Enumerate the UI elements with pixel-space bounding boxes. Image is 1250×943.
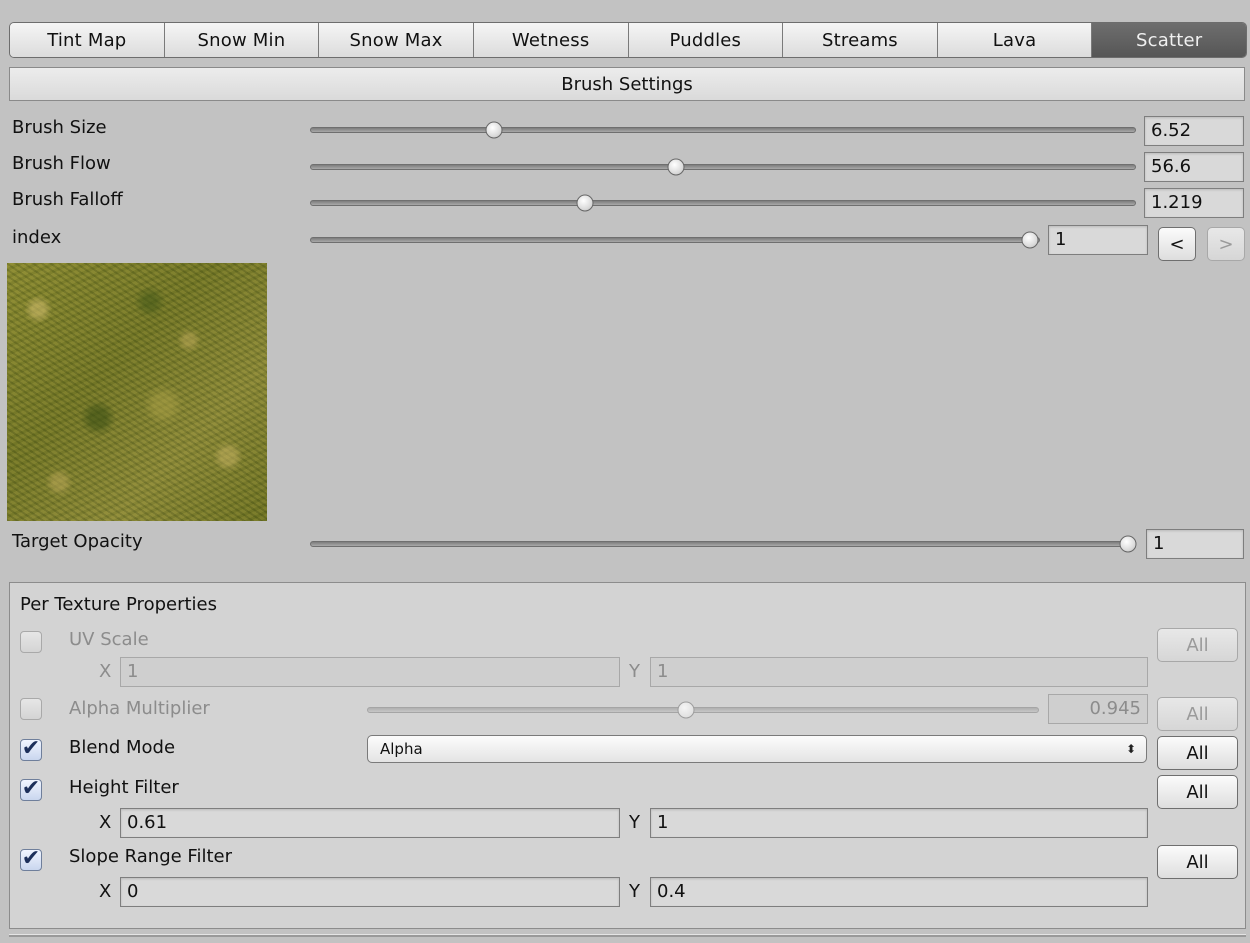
brush-falloff-label: Brush Falloff [12,189,123,210]
brush-size-label: Brush Size [12,117,107,138]
alpha-multiplier-slider-thumb[interactable] [677,701,695,719]
blend-mode-label: Blend Mode [69,737,176,758]
mode-tab-bar: Tint Map Snow Min Snow Max Wetness Puddl… [9,22,1247,58]
blend-mode-all-button[interactable]: All [1157,736,1238,770]
blend-mode-dropdown[interactable]: Alpha ⬍ [367,735,1147,763]
uv-scale-y-label: Y [629,661,640,682]
target-opacity-field[interactable]: 1 [1146,529,1244,559]
brush-falloff-slider-track[interactable] [310,200,1136,206]
brush-size-field[interactable]: 6.52 [1144,116,1244,146]
uv-scale-checkbox[interactable] [20,631,42,653]
alpha-multiplier-slider-track[interactable] [367,707,1039,713]
tab-snow-max[interactable]: Snow Max [319,23,474,57]
previous-index-button[interactable]: < [1158,227,1196,261]
height-filter-x-field[interactable]: 0.61 [120,808,620,838]
brush-falloff-slider-thumb[interactable] [576,194,594,212]
slope-range-filter-all-button[interactable]: All [1157,845,1238,879]
uv-scale-y-field[interactable]: 1 [650,657,1148,687]
tab-streams[interactable]: Streams [783,23,938,57]
brush-size-slider-track[interactable] [310,127,1136,133]
scatter-texture-preview[interactable] [7,263,267,521]
blend-mode-checkbox[interactable]: ✔ [20,736,42,761]
brush-flow-label: Brush Flow [12,153,111,174]
checkmark-icon: ✔ [21,846,41,871]
brush-settings-header: Brush Settings [9,67,1245,101]
target-opacity-label: Target Opacity [12,531,143,552]
target-opacity-slider-thumb[interactable] [1119,535,1137,553]
tab-tint-map[interactable]: Tint Map [10,23,165,57]
target-opacity-slider-track[interactable] [310,541,1136,547]
height-filter-x-label: X [99,812,112,833]
brush-flow-slider-track[interactable] [310,164,1136,170]
height-filter-all-button[interactable]: All [1157,775,1238,809]
alpha-multiplier-field[interactable]: 0.945 [1048,694,1148,724]
brush-size-slider-thumb[interactable] [485,121,503,139]
alpha-multiplier-all-button[interactable]: All [1157,697,1238,731]
next-index-button[interactable]: > [1207,227,1245,261]
slope-range-filter-x-label: X [99,881,112,902]
blend-mode-value: Alpha [380,740,423,758]
brush-flow-field[interactable]: 56.6 [1144,152,1244,182]
brush-flow-slider-thumb[interactable] [667,158,685,176]
height-filter-checkbox[interactable]: ✔ [20,776,42,801]
tab-puddles[interactable]: Puddles [628,23,784,57]
tab-scatter[interactable]: Scatter [1092,23,1246,57]
index-label: index [12,227,62,248]
uv-scale-all-button[interactable]: All [1157,628,1238,662]
height-filter-label: Height Filter [69,777,179,798]
index-slider-track[interactable] [310,237,1040,243]
slope-range-filter-label: Slope Range Filter [69,846,233,867]
dropdown-arrows-icon: ⬍ [1125,742,1136,756]
alpha-multiplier-label: Alpha Multiplier [69,698,210,719]
index-field[interactable]: 1 [1048,225,1148,255]
brush-falloff-field[interactable]: 1.219 [1144,188,1244,218]
uv-scale-label: UV Scale [69,629,149,650]
height-filter-y-label: Y [629,812,640,833]
slope-range-filter-checkbox[interactable]: ✔ [20,846,42,871]
uv-scale-x-label: X [99,661,112,682]
slope-range-filter-x-field[interactable]: 0 [120,877,620,907]
tab-snow-min[interactable]: Snow Min [164,23,320,57]
slope-range-filter-y-label: Y [629,881,640,902]
uv-scale-x-field[interactable]: 1 [120,657,620,687]
slope-range-filter-y-field[interactable]: 0.4 [650,877,1148,907]
tab-wetness[interactable]: Wetness [473,23,629,57]
checkmark-icon: ✔ [21,776,41,801]
index-slider-thumb[interactable] [1021,231,1039,249]
tab-lava[interactable]: Lava [937,23,1093,57]
alpha-multiplier-checkbox[interactable] [20,698,42,720]
per-texture-properties-title: Per Texture Properties [20,594,217,615]
height-filter-y-field[interactable]: 1 [650,808,1148,838]
checkmark-icon: ✔ [21,736,41,761]
bottom-divider [9,934,1246,937]
